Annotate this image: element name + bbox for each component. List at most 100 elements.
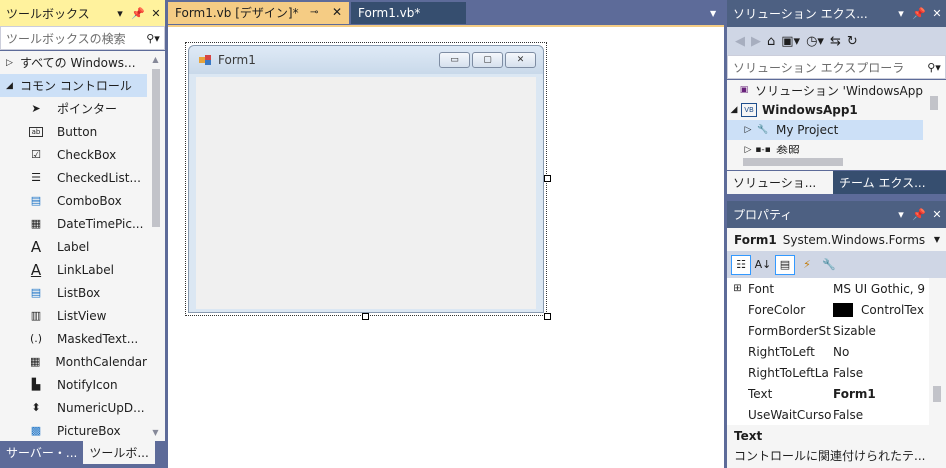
chevron-right-icon[interactable]: ▷	[741, 125, 755, 135]
toolbox-item-notifyicon[interactable]: ▙ NotifyIcon	[0, 373, 147, 396]
property-value-forecolor[interactable]: ControlTex	[833, 302, 929, 317]
chevron-down-icon[interactable]: ▾	[111, 7, 129, 20]
tab-team-explorer[interactable]: チーム エクス...	[833, 171, 946, 194]
search-icon[interactable]: ⚲▾	[923, 61, 945, 74]
chevron-down-icon[interactable]: ◢	[727, 105, 741, 115]
properties-object-selector[interactable]: Form1 System.Windows.Forms ▼	[727, 228, 946, 251]
toolbox-item-numericupdown[interactable]: ⬍ NumericUpD...	[0, 396, 147, 419]
toolbox-item-listbox[interactable]: ▤ ListBox	[0, 281, 147, 304]
toolbox-item-pointer[interactable]: ➤ ポインター	[0, 97, 147, 120]
alphabetical-icon[interactable]: A↓	[753, 255, 773, 275]
scrollbar-thumb[interactable]	[743, 158, 843, 166]
property-grid-scrollbar[interactable]	[929, 278, 946, 425]
solution-tree-hscrollbar[interactable]	[727, 154, 946, 170]
chevron-down-icon[interactable]: ◢	[6, 81, 20, 91]
scrollbar-thumb[interactable]	[933, 386, 941, 402]
scrollbar-thumb[interactable]	[930, 96, 938, 110]
toolbox-item-combobox[interactable]: ▤ ComboBox	[0, 189, 147, 212]
scroll-down-icon[interactable]: ▼	[150, 428, 161, 437]
expand-icon[interactable]: ⊞	[727, 283, 748, 294]
maximize-icon[interactable]: ▢	[472, 52, 503, 68]
property-value[interactable]: MS UI Gothic, 9	[833, 282, 929, 296]
close-icon[interactable]: ✕	[332, 5, 342, 19]
solution-tree-vscrollbar[interactable]	[926, 80, 941, 154]
chevron-down-icon[interactable]: ▾	[892, 7, 910, 20]
form-designer-surface[interactable]: Form1 ▭ ▢ ✕	[168, 25, 724, 468]
tree-node-references[interactable]: ▷ ▪-▪ 参照	[727, 140, 923, 155]
toolbox-category-common-controls[interactable]: ◢ コモン コントロール	[0, 74, 147, 97]
pin-icon[interactable]: 📌	[129, 7, 147, 20]
back-icon[interactable]: ◀	[735, 34, 745, 49]
property-pages-icon[interactable]: 🔧	[819, 255, 839, 275]
property-row-text[interactable]: Text Form1	[727, 383, 929, 404]
tree-node-project[interactable]: ◢ VB WindowsApp1	[727, 100, 923, 120]
refresh-icon[interactable]: ↻	[847, 34, 858, 49]
toolbox-search-input[interactable]: ツールボックスの検索 ⚲▾	[0, 26, 165, 50]
close-icon[interactable]: ✕	[928, 7, 946, 20]
toolbox-category-all-windows-forms[interactable]: ▷ すべての Windows...	[0, 51, 147, 74]
toolbox-item-linklabel[interactable]: A LinkLabel	[0, 258, 147, 281]
scrollbar-thumb[interactable]	[152, 69, 160, 227]
tab-list-dropdown-icon[interactable]: ▼	[710, 9, 716, 18]
property-row-font[interactable]: ⊞ Font MS UI Gothic, 9	[727, 278, 929, 299]
tab-server-explorer[interactable]: サーバー・...	[0, 441, 83, 464]
history-icon[interactable]: ◷▾	[806, 34, 824, 49]
tab-solution-explorer[interactable]: ソリューショ...	[727, 171, 833, 194]
toolbox-item-label[interactable]: A Label	[0, 235, 147, 258]
tree-node-my-project[interactable]: ▷ 🔧 My Project	[727, 120, 923, 140]
chevron-down-icon[interactable]: ▼	[934, 235, 940, 244]
property-value[interactable]: Sizable	[833, 324, 929, 338]
property-value[interactable]: No	[833, 345, 929, 359]
property-row-forecolor[interactable]: ForeColor ControlTex	[727, 299, 929, 320]
chevron-right-icon[interactable]: ▷	[741, 145, 755, 154]
properties-icon[interactable]: ▤	[775, 254, 795, 275]
chevron-right-icon[interactable]: ▷	[6, 58, 20, 68]
toolbox-scrollbar[interactable]: ▲ ▼	[148, 51, 163, 441]
categorized-icon[interactable]: ☷	[731, 254, 751, 275]
scroll-up-icon[interactable]: ▲	[150, 55, 161, 64]
toolbox-item-maskedtextbox[interactable]: (.) MaskedText...	[0, 327, 147, 350]
resize-handle-bottom-right[interactable]	[544, 313, 551, 320]
document-tab-strip: Form1.vb [デザイン]* ⊸ ✕ Form1.vb*	[168, 0, 724, 25]
toolbox-item-button[interactable]: ab Button	[0, 120, 147, 143]
property-row-formborderstyle[interactable]: FormBorderSt Sizable	[727, 320, 929, 341]
property-row-righttoleftlayout[interactable]: RightToLeftLa False	[727, 362, 929, 383]
pin-icon[interactable]: ⊸	[310, 7, 318, 18]
sync-icon[interactable]: ⇆	[830, 34, 841, 49]
chevron-down-icon[interactable]: ▾	[892, 208, 910, 221]
tab-form1-designer[interactable]: Form1.vb [デザイン]* ⊸ ✕	[168, 2, 349, 24]
resize-handle-right[interactable]	[544, 175, 551, 182]
pin-icon[interactable]: 📌	[910, 208, 928, 221]
home-icon[interactable]: ⌂	[767, 34, 775, 49]
events-icon[interactable]: ⚡	[797, 255, 817, 275]
solution-explorer-search-input[interactable]: ソリューション エクスプローラ ⚲▾	[727, 55, 946, 79]
button-control-icon: ab	[26, 124, 46, 140]
property-value[interactable]: False	[833, 366, 929, 380]
toolbox-item-checkedlistbox[interactable]: ☰ CheckedList...	[0, 166, 147, 189]
tree-node-solution[interactable]: ▣ ソリューション 'WindowsApp	[727, 80, 923, 100]
form1-window[interactable]: Form1 ▭ ▢ ✕	[188, 45, 544, 313]
form-client-area[interactable]	[196, 77, 536, 309]
close-icon[interactable]: ✕	[505, 52, 536, 68]
forward-icon[interactable]: ▶	[751, 34, 761, 49]
resize-handle-bottom[interactable]	[362, 313, 369, 320]
toolbox-item-datetimepicker[interactable]: ▦ DateTimePic...	[0, 212, 147, 235]
tab-toolbox[interactable]: ツールボ...	[83, 441, 155, 464]
tree-node-label: 参照	[776, 143, 801, 155]
property-value[interactable]: Form1	[833, 387, 929, 401]
tab-form1-code[interactable]: Form1.vb*	[351, 2, 466, 24]
minimize-icon[interactable]: ▭	[439, 52, 470, 68]
toolbox-item-picturebox[interactable]: ▩ PictureBox	[0, 419, 147, 441]
property-row-usewaitcursor[interactable]: UseWaitCurso False	[727, 404, 929, 425]
switch-views-icon[interactable]: ▣▾	[781, 34, 800, 49]
close-icon[interactable]: ✕	[147, 7, 165, 20]
search-icon[interactable]: ⚲▾	[142, 32, 164, 45]
toolbox-item-listview[interactable]: ▥ ListView	[0, 304, 147, 327]
datetimepicker-icon: ▦	[30, 217, 42, 230]
toolbox-item-checkbox[interactable]: ☑ CheckBox	[0, 143, 147, 166]
pin-icon[interactable]: 📌	[910, 7, 928, 20]
toolbox-item-monthcalendar[interactable]: ▦ MonthCalendar	[0, 350, 147, 373]
property-value[interactable]: False	[833, 408, 929, 422]
property-row-righttoleft[interactable]: RightToLeft No	[727, 341, 929, 362]
close-icon[interactable]: ✕	[928, 208, 946, 221]
